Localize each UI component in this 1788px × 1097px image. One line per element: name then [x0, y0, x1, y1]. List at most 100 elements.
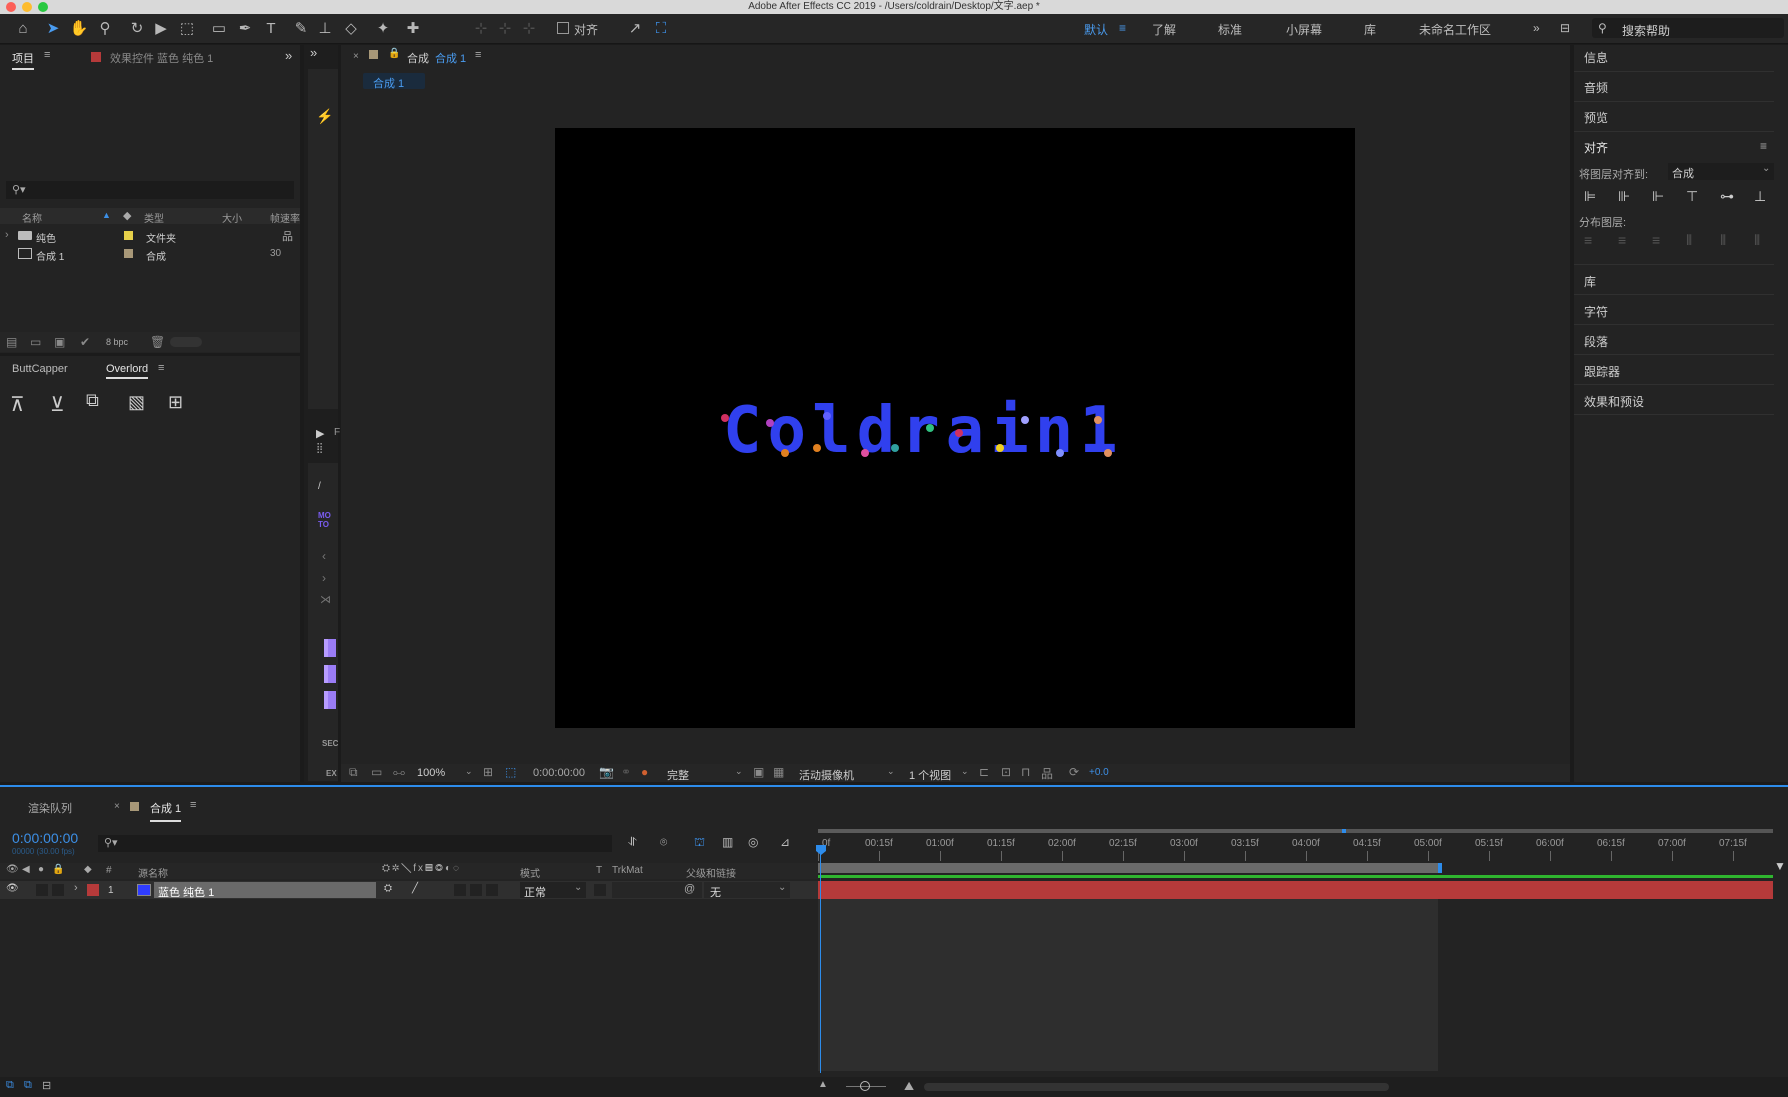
lock-icon[interactable]: 🔒 [388, 48, 400, 59]
in-out-toggle-icon[interactable]: ⊟ [42, 1079, 51, 1092]
axis-view-icon[interactable]: ⊹ [518, 18, 540, 40]
thumbnail-slider[interactable] [170, 337, 202, 347]
align-bottom-icon[interactable]: ⊥ [1754, 188, 1766, 205]
work-area-range[interactable] [818, 829, 1346, 833]
sort-ascending-icon[interactable]: ▲ [102, 210, 111, 220]
coldrain-text[interactable]: Coldrain1 [723, 394, 1124, 468]
panel-overflow-icon[interactable]: » [285, 48, 292, 63]
panel-menu-icon[interactable]: ≡ [475, 49, 481, 61]
workspace-menu-icon[interactable]: ≡ [1119, 21, 1126, 35]
camera-tool-icon[interactable]: ▶ [150, 18, 172, 40]
switch-box[interactable] [486, 884, 498, 896]
push-to-ae-icon[interactable]: ⊼ [10, 392, 25, 417]
transparency-grid-icon[interactable]: ▦ [773, 765, 784, 779]
zoom-dropdown[interactable]: 100% [417, 767, 445, 779]
layer-duration-bar[interactable] [818, 881, 1773, 899]
close-tab-icon[interactable]: × [114, 801, 120, 812]
grid-icon[interactable]: ⣿ [316, 443, 323, 454]
trash-icon[interactable]: 🗑 [150, 335, 165, 349]
chevron-right-icon[interactable]: › [5, 229, 9, 241]
timeline-scrollbar[interactable] [924, 1083, 1389, 1091]
time-ruler[interactable]: 0f 00:15f 01:00f 01:15f 02:00f 02:15f 03:00f 03… [818, 837, 1773, 863]
lock-toggle[interactable] [52, 884, 64, 896]
snap-icon[interactable]: ↗ [624, 18, 646, 40]
axis-world-icon[interactable]: ⊹ [494, 18, 516, 40]
panel-paragraph[interactable]: 段落 [1584, 333, 1608, 350]
distribute-left-icon[interactable]: ⦀ [1686, 232, 1692, 249]
hand-tool-icon[interactable]: ✋ [68, 18, 90, 40]
roto-brush-tool-icon[interactable]: ✦ [372, 18, 394, 40]
reset-exposure-icon[interactable]: ⟳ [1069, 765, 1079, 779]
search-help-input[interactable]: 搜索帮助 [1622, 22, 1670, 39]
table-row[interactable]: 👁 › 1 蓝色 纯色 1 ⛭ ╱ 正常 ⌄ @ 无 ⌄ [0, 881, 818, 899]
align-left-icon[interactable]: ⊫ [1584, 188, 1596, 205]
brush-tool-icon[interactable]: ✎ [290, 18, 312, 40]
parent-dropdown[interactable]: 无 ⌄ [704, 882, 790, 899]
type-tool-icon[interactable]: T [260, 18, 282, 40]
clone-stamp-tool-icon[interactable]: ⊥ [314, 18, 336, 40]
add-shape-icon[interactable]: ⊞ [168, 392, 183, 413]
align-to-dropdown[interactable]: 合成 ⌄ [1668, 163, 1774, 180]
panel-libraries[interactable]: 库 [1584, 273, 1596, 290]
col-type[interactable]: 类型 [144, 210, 164, 225]
snap-target-icon[interactable]: ⛶ [650, 18, 672, 40]
viewer-timecode[interactable]: 0:00:00:00 [533, 767, 585, 779]
distribute-h-center-icon[interactable]: ⦀ [1720, 232, 1726, 249]
project-settings-icon[interactable]: ✔ [80, 335, 90, 349]
workspace-learn[interactable]: 了解 [1152, 21, 1176, 38]
new-folder-icon[interactable]: ▭ [30, 335, 41, 349]
panel-character[interactable]: 字符 [1584, 303, 1608, 320]
minimize-window-button[interactable] [22, 2, 32, 12]
project-search-input[interactable]: ⚲▾ [6, 181, 294, 199]
label-color-swatch[interactable] [124, 249, 133, 258]
tab-effect-controls[interactable]: 效果控件 蓝色 纯色 1 [110, 50, 213, 66]
workspace-small-screen[interactable]: 小屏幕 [1286, 21, 1322, 38]
list-item[interactable]: › 纯色 文件夹 品 [0, 227, 293, 245]
panel-tracker[interactable]: 跟踪器 [1584, 363, 1620, 380]
pull-from-ai-icon[interactable]: ⊻ [50, 392, 65, 417]
zoom-window-button[interactable] [38, 2, 48, 12]
tab-overlord[interactable]: Overlord [106, 363, 149, 379]
graph-editor-icon[interactable]: ⊿ [780, 835, 790, 849]
layer-switches-toggle-icon[interactable]: ⧉ [6, 1079, 14, 1092]
layer-name-cell[interactable]: 蓝色 纯色 1 [154, 882, 376, 899]
align-right-icon[interactable]: ⊩ [1652, 188, 1664, 205]
panel-audio[interactable]: 音频 [1584, 79, 1608, 96]
tab-buttcapper[interactable]: ButtCapper [12, 363, 68, 375]
col-trkmat[interactable]: TrkMat [612, 865, 643, 876]
rotate-tool-icon[interactable]: ↻ [126, 18, 148, 40]
label-tag-icon[interactable]: ◆ [123, 209, 131, 222]
fast-previews-icon[interactable]: ⊡ [1001, 765, 1011, 779]
layer-search-input[interactable]: ⚲▾ [98, 835, 612, 852]
views-dropdown[interactable]: 1 个视图 [909, 767, 951, 783]
col-parent[interactable]: 父级和链接 [686, 865, 736, 880]
close-window-button[interactable] [6, 2, 16, 12]
solo-icon[interactable]: ● [38, 864, 44, 875]
puppet-pin-tool-icon[interactable]: ✚ [402, 18, 424, 40]
switch-box[interactable] [454, 884, 466, 896]
col-name[interactable]: 名称 [22, 210, 42, 225]
eraser-tool-icon[interactable]: ◇ [340, 18, 362, 40]
show-snapshot-icon[interactable]: ⚭ [621, 765, 631, 779]
hide-shy-layers-icon[interactable]: ⛫ [694, 835, 705, 851]
col-source-name[interactable]: 源名称 [138, 865, 168, 880]
motion-icon[interactable]: ⚡ [316, 108, 333, 125]
snapshot-icon[interactable]: 📷 [599, 765, 614, 779]
close-tab-icon[interactable]: × [353, 51, 359, 62]
col-size[interactable]: 大小 [222, 210, 242, 225]
draft-3d-icon[interactable]: ⌾ [660, 835, 667, 850]
region-of-interest-icon[interactable]: ▣ [753, 765, 764, 779]
label-tag-icon[interactable]: ◆ [84, 864, 92, 875]
motion-blur-icon[interactable]: ◎ [748, 835, 758, 849]
composition-mini-flowchart-icon[interactable]: ⥯ [628, 835, 637, 850]
chevron-right-icon[interactable]: › [74, 882, 78, 894]
chevron-right-icon[interactable]: » [1533, 21, 1540, 35]
panel-menu-icon[interactable]: ≡ [158, 362, 164, 374]
flowchart-icon[interactable]: 品 [1041, 765, 1053, 782]
rectangle-tool-icon[interactable]: ▭ [208, 18, 230, 40]
preserve-transparency-toggle[interactable] [594, 884, 606, 896]
tab-project[interactable]: 项目 [12, 50, 34, 70]
flowchart-icon[interactable]: 品 [282, 228, 293, 244]
switch-box[interactable] [470, 884, 482, 896]
panel-menu-icon[interactable]: ≡ [44, 49, 50, 61]
